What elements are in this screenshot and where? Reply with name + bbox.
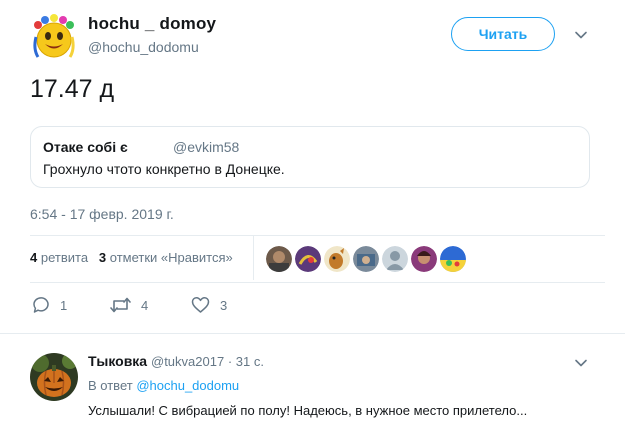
liker-avatar[interactable] bbox=[324, 246, 350, 272]
reply-author-name[interactable]: Тыковка bbox=[88, 353, 147, 369]
stats-separator bbox=[253, 236, 254, 280]
liker-avatars bbox=[266, 246, 466, 272]
reply-text: Услышали! С вибрацией по полу! Надеюсь, … bbox=[88, 403, 528, 418]
like-action[interactable]: 3 bbox=[191, 294, 227, 316]
liker-avatar[interactable] bbox=[266, 246, 292, 272]
in-reply-to-link[interactable]: @hochu_dodomu bbox=[136, 378, 239, 393]
author-handle[interactable]: @hochu_dodomu bbox=[88, 39, 199, 55]
quoted-author-name: Отаке собі є bbox=[43, 139, 128, 155]
like-count: 3 bbox=[220, 297, 228, 313]
retweets-count[interactable]: 4 bbox=[30, 250, 37, 265]
tweet-stats: 4 ретвита 3 отметки «Нравится» bbox=[30, 250, 233, 265]
quoted-author-handle: @evkim58 bbox=[173, 139, 240, 155]
retweets-label[interactable]: ретвита bbox=[41, 250, 88, 265]
quoted-tweet-text: Грохнуло чтото конкретно в Донецке. bbox=[43, 161, 285, 177]
in-reply-prefix: В ответ bbox=[88, 378, 133, 393]
in-reply-to: В ответ @hochu_dodomu bbox=[88, 378, 239, 393]
tweet-text: 17.47 д bbox=[30, 75, 115, 103]
reply-time[interactable]: 31 с. bbox=[236, 354, 264, 369]
tweet-timestamp[interactable]: 6:54 - 17 февр. 2019 г. bbox=[30, 206, 174, 222]
divider bbox=[30, 282, 605, 283]
chevron-down-icon[interactable] bbox=[574, 28, 588, 42]
chevron-down-icon[interactable] bbox=[574, 356, 588, 370]
pumpkin-avatar-icon bbox=[30, 353, 78, 401]
liker-avatar[interactable] bbox=[440, 246, 466, 272]
divider bbox=[0, 333, 625, 334]
divider bbox=[30, 235, 605, 236]
retweet-icon bbox=[110, 297, 131, 313]
reply-meta: @tukva2017 · 31 с. bbox=[151, 354, 264, 369]
likes-count[interactable]: 3 bbox=[99, 250, 106, 265]
follow-button[interactable]: Читать bbox=[451, 17, 555, 51]
emoji-smiley-flower-wreath-icon bbox=[33, 14, 75, 58]
liker-avatar[interactable] bbox=[382, 246, 408, 272]
liker-avatar[interactable] bbox=[411, 246, 437, 272]
reply-count: 1 bbox=[60, 297, 68, 313]
author-name[interactable]: hochu _ domoy bbox=[88, 14, 216, 34]
liker-avatar[interactable] bbox=[295, 246, 321, 272]
reply-bubble-icon bbox=[33, 297, 49, 313]
retweet-count: 4 bbox=[141, 297, 149, 313]
quoted-tweet[interactable]: Отаке собі є @evkim58 Грохнуло чтото кон… bbox=[30, 126, 590, 188]
heart-icon bbox=[191, 297, 210, 313]
author-avatar[interactable] bbox=[30, 13, 78, 61]
retweet-action[interactable]: 4 bbox=[110, 294, 148, 316]
reply-author-avatar[interactable] bbox=[30, 353, 78, 401]
liker-avatar[interactable] bbox=[353, 246, 379, 272]
meta-dot: · bbox=[227, 354, 233, 369]
reply-action[interactable]: 1 bbox=[32, 294, 67, 316]
reply-author-handle[interactable]: @tukva2017 bbox=[151, 354, 224, 369]
likes-label[interactable]: отметки «Нравится» bbox=[110, 250, 233, 265]
